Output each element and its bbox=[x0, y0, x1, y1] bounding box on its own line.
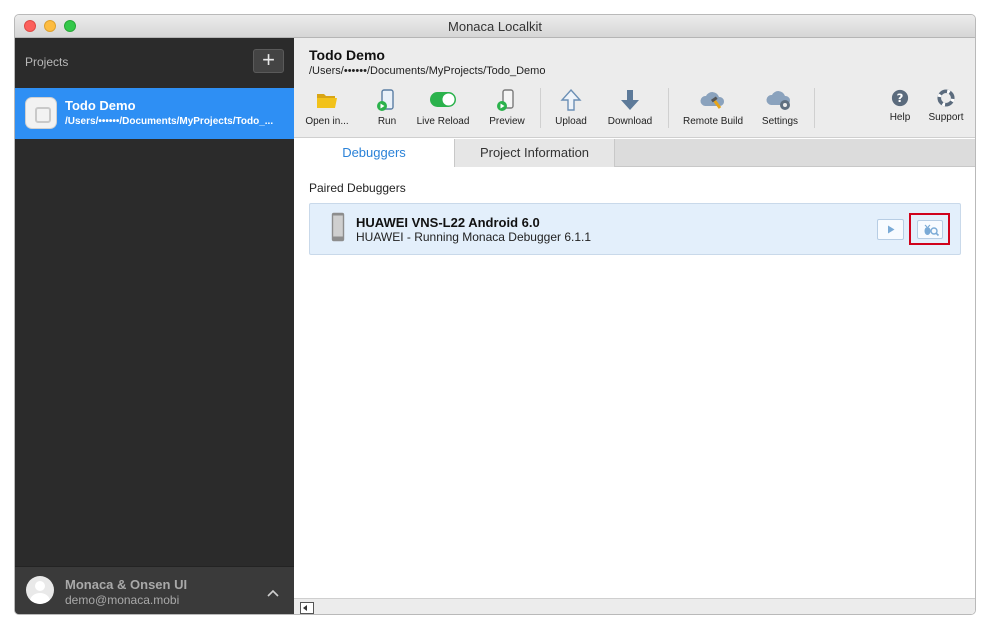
lifebuoy-icon bbox=[937, 89, 955, 107]
page-title: Todo Demo bbox=[309, 47, 385, 63]
tab-debuggers[interactable]: Debuggers bbox=[294, 139, 454, 168]
upload-button[interactable]: Upload bbox=[551, 88, 591, 132]
inspect-debug-icon bbox=[924, 224, 940, 237]
settings-button[interactable]: Settings bbox=[760, 88, 800, 132]
settings-label: Settings bbox=[761, 116, 799, 127]
status-bar bbox=[294, 598, 975, 614]
paired-debuggers-heading: Paired Debuggers bbox=[309, 181, 406, 195]
run-label: Run bbox=[377, 116, 397, 127]
add-project-button[interactable]: + bbox=[253, 49, 284, 73]
run-button[interactable]: Run bbox=[373, 88, 401, 132]
arrow-up-icon bbox=[560, 88, 582, 111]
live-reload-label: Live Reload bbox=[416, 116, 470, 127]
toolbar-divider bbox=[668, 88, 669, 128]
svg-text:?: ? bbox=[897, 91, 904, 105]
help-button[interactable]: ? Help bbox=[887, 88, 913, 132]
project-name: Todo Demo bbox=[65, 98, 136, 113]
help-label: Help bbox=[889, 112, 911, 123]
toggle-sidebar-button[interactable] bbox=[300, 602, 314, 614]
folder-icon bbox=[317, 94, 337, 108]
toolbar-divider bbox=[540, 88, 541, 128]
remote-build-label: Remote Build bbox=[682, 116, 744, 127]
chevron-up-icon[interactable] bbox=[267, 584, 279, 600]
preview-label: Preview bbox=[489, 116, 525, 127]
sidebar-item-todo-demo[interactable]: Todo Demo /Users/••••••/Documents/MyProj… bbox=[15, 88, 294, 139]
remote-build-button[interactable]: Remote Build bbox=[681, 88, 745, 132]
upload-label: Upload bbox=[555, 116, 587, 127]
sidebar-header: Projects + bbox=[15, 38, 294, 87]
sidebar-title: Projects bbox=[25, 55, 69, 69]
device-name: HUAWEI VNS-L22 Android 6.0 bbox=[356, 215, 540, 230]
cloud-gear-icon bbox=[766, 91, 791, 110]
inspector-button[interactable] bbox=[917, 220, 943, 239]
inspector-button-highlight bbox=[909, 213, 950, 245]
play-icon bbox=[887, 225, 894, 234]
list-item[interactable]: HUAWEI VNS-L22 Android 6.0 HUAWEI - Runn… bbox=[309, 203, 961, 255]
app-window: Monaca Localkit Projects + Todo Demo /Us… bbox=[14, 14, 976, 615]
sidebar: Projects + Todo Demo /Users/••••••/Docum… bbox=[15, 38, 294, 614]
open-in-button[interactable]: Open in... bbox=[304, 88, 350, 132]
help-icon: ? bbox=[891, 89, 909, 107]
preview-button[interactable]: Preview bbox=[487, 88, 527, 132]
user-email: demo@monaca.mobi bbox=[65, 593, 180, 607]
title-bar: Monaca Localkit bbox=[15, 15, 975, 38]
support-label: Support bbox=[928, 112, 964, 123]
main-panel: Todo Demo /Users/••••••/Documents/MyProj… bbox=[294, 38, 975, 614]
toggle-switch-icon bbox=[430, 92, 456, 107]
tab-bar: Debuggers Project Information bbox=[294, 139, 975, 168]
user-account-panel[interactable]: Monaca & Onsen UI demo@monaca.mobi bbox=[15, 566, 294, 614]
live-reload-toggle[interactable]: Live Reload bbox=[414, 88, 472, 132]
phone-play-icon bbox=[377, 89, 394, 111]
device-status: HUAWEI - Running Monaca Debugger 6.1.1 bbox=[356, 230, 592, 244]
window-title: Monaca Localkit bbox=[448, 19, 542, 34]
project-icon bbox=[25, 97, 57, 129]
phone-preview-icon bbox=[497, 89, 514, 111]
project-path-label: /Users/••••••/Documents/MyProjects/Todo_… bbox=[309, 65, 546, 77]
tab-project-information[interactable]: Project Information bbox=[454, 139, 615, 167]
cloud-build-icon bbox=[700, 92, 725, 109]
project-path: /Users/••••••/Documents/MyProjects/Todo_… bbox=[65, 116, 274, 127]
project-header: Todo Demo /Users/••••••/Documents/MyProj… bbox=[294, 38, 975, 138]
phone-icon bbox=[331, 212, 345, 242]
download-button[interactable]: Download bbox=[605, 88, 655, 132]
arrow-down-icon bbox=[621, 90, 639, 110]
run-on-device-button[interactable] bbox=[877, 219, 904, 240]
open-in-label: Open in... bbox=[305, 116, 349, 127]
avatar bbox=[26, 576, 54, 604]
debuggers-panel: Paired Debuggers HUAWEI VNS-L22 Android … bbox=[294, 167, 975, 598]
user-name: Monaca & Onsen UI bbox=[65, 577, 188, 592]
download-label: Download bbox=[607, 116, 653, 127]
support-button[interactable]: Support bbox=[926, 88, 966, 132]
toolbar-divider bbox=[814, 88, 815, 128]
